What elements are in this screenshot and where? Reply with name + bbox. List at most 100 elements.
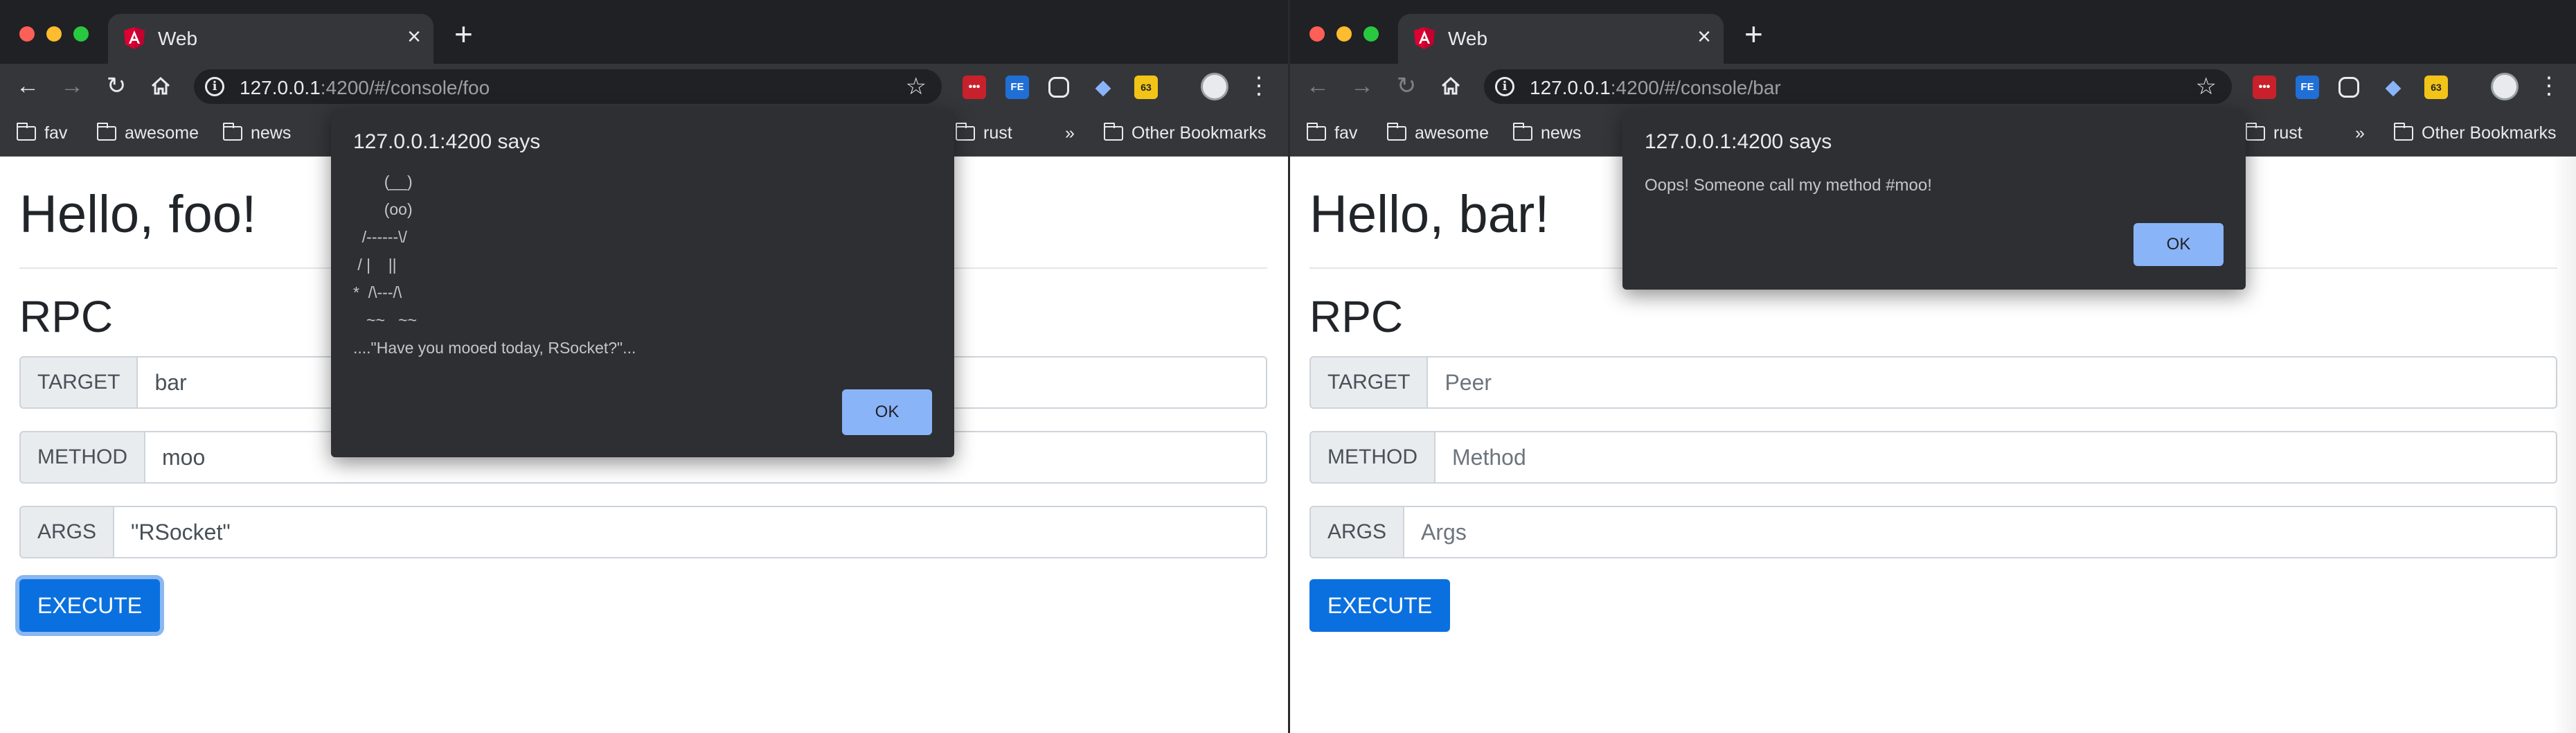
bookmark-news[interactable]: news	[223, 121, 291, 145]
section-title: RPC	[19, 292, 114, 342]
bookmark-rust[interactable]: rust	[2246, 121, 2302, 145]
tab-title: Web	[1448, 28, 1488, 49]
bookmark-other[interactable]: Other Bookmarks	[2394, 121, 2557, 145]
alert-dialog: 127.0.0.1:4200 says (__) (oo) /------\/ …	[331, 109, 954, 457]
bookmark-other[interactable]: Other Bookmarks	[1104, 121, 1267, 145]
tab-bar: Web × +	[1290, 0, 2576, 64]
url-text: 127.0.0.1:4200/#/console/bar	[1530, 77, 1781, 98]
folder-icon	[2394, 123, 2413, 141]
reload-icon[interactable]: ↻	[1393, 72, 1420, 100]
gem-extension-icon[interactable]: ◆	[1091, 76, 1115, 99]
tab-web[interactable]: Web ×	[108, 14, 433, 64]
tab-bar: Web × +	[0, 0, 1288, 64]
address-bar[interactable]: i 127.0.0.1:4200/#/console/bar ☆	[1484, 69, 2232, 104]
dialog-message: (__) (oo) /------\/ / | || * /\---/\ ~~ …	[353, 173, 636, 357]
back-icon[interactable]: ←	[1304, 72, 1332, 100]
bookmarks-overflow[interactable]: »	[2355, 121, 2365, 145]
dialog-ok-button[interactable]: OK	[2134, 223, 2224, 266]
window-controls	[1309, 26, 1379, 42]
back-icon[interactable]: ←	[14, 72, 42, 100]
menu-icon[interactable]: ⋮	[1245, 72, 1273, 100]
folder-icon	[97, 123, 116, 141]
bookmark-news[interactable]: news	[1513, 121, 1581, 145]
folder-icon	[17, 123, 36, 141]
close-tab-icon[interactable]: ×	[407, 24, 421, 51]
section-title: RPC	[1309, 292, 1404, 342]
home-icon[interactable]	[147, 72, 175, 100]
args-group: ARGS Args	[1309, 506, 2557, 558]
args-group: ARGS "RSocket"	[19, 506, 1267, 558]
dialog-ok-button[interactable]: OK	[842, 389, 932, 435]
bookmark-rust[interactable]: rust	[956, 121, 1012, 145]
browser-toolbar: ← → ↻ i 127.0.0.1:4200/#/console/bar ☆ •…	[1290, 64, 2576, 109]
folder-icon	[956, 123, 975, 141]
angular-logo-icon	[124, 27, 145, 49]
url-text: 127.0.0.1:4200/#/console/foo	[240, 77, 490, 98]
args-label: ARGS	[19, 506, 115, 558]
close-window-button[interactable]	[1309, 26, 1325, 42]
window-controls	[19, 26, 89, 42]
args-input[interactable]: "RSocket"	[114, 506, 1267, 558]
args-input[interactable]: Args	[1404, 506, 2557, 558]
method-label: METHOD	[1309, 431, 1435, 484]
args-label: ARGS	[1309, 506, 1405, 558]
bookmark-fav[interactable]: fav	[17, 121, 67, 145]
alert-dialog: 127.0.0.1:4200 says Oops! Someone call m…	[1622, 109, 2246, 290]
target-label: TARGET	[19, 356, 138, 409]
bookmark-fav[interactable]: fav	[1307, 121, 1357, 145]
folder-icon	[223, 123, 242, 141]
folder-icon	[1387, 123, 1406, 141]
extension-badge-icon[interactable]: 63	[1134, 76, 1158, 99]
browser-window-foo: Web × + ← → ↻ i 127.0.0.1:4200/#/console…	[0, 0, 1288, 733]
minimize-window-button[interactable]	[46, 26, 62, 42]
dialog-message: Oops! Someone call my method #moo!	[1645, 176, 1932, 195]
new-tab-icon[interactable]: +	[454, 15, 473, 53]
pocket-icon[interactable]	[2338, 77, 2359, 98]
target-label: TARGET	[1309, 356, 1429, 409]
method-label: METHOD	[19, 431, 145, 484]
extension-badge-icon[interactable]: 63	[2424, 76, 2448, 99]
zoom-window-button[interactable]	[73, 26, 89, 42]
new-tab-icon[interactable]: +	[1744, 15, 1763, 53]
folder-icon	[1104, 123, 1123, 141]
forward-icon[interactable]: →	[58, 72, 86, 100]
profile-avatar[interactable]	[1201, 73, 1228, 100]
window-edge-shadow	[2551, 157, 2576, 733]
extension-dots-icon[interactable]: •••	[2253, 76, 2276, 99]
bookmark-awesome[interactable]: awesome	[1387, 121, 1489, 145]
forward-icon[interactable]: →	[1348, 72, 1376, 100]
folder-icon	[2246, 123, 2265, 141]
method-input[interactable]: Method	[1435, 431, 2557, 484]
target-input[interactable]: Peer	[1428, 356, 2557, 409]
method-group: METHOD Method	[1309, 431, 2557, 484]
menu-icon[interactable]: ⋮	[2535, 72, 2563, 100]
execute-button[interactable]: EXECUTE	[1309, 579, 1451, 632]
page-title: Hello, bar!	[1309, 185, 1550, 244]
zoom-window-button[interactable]	[1363, 26, 1379, 42]
close-tab-icon[interactable]: ×	[1697, 24, 1711, 51]
extension-fe-icon[interactable]: FE	[1005, 76, 1029, 99]
gem-extension-icon[interactable]: ◆	[2381, 76, 2405, 99]
site-info-icon[interactable]: i	[1495, 77, 1514, 96]
target-group: TARGET Peer	[1309, 356, 2557, 409]
extension-dots-icon[interactable]: •••	[963, 76, 986, 99]
folder-icon	[1513, 123, 1532, 141]
site-info-icon[interactable]: i	[205, 77, 224, 96]
bookmark-star-icon[interactable]: ☆	[2196, 73, 2217, 100]
angular-logo-icon	[1414, 27, 1435, 49]
extension-fe-icon[interactable]: FE	[2296, 76, 2319, 99]
reload-icon[interactable]: ↻	[102, 72, 130, 100]
tab-title: Web	[158, 28, 198, 49]
profile-avatar[interactable]	[2491, 73, 2519, 100]
pocket-icon[interactable]	[1048, 77, 1069, 98]
minimize-window-button[interactable]	[1336, 26, 1352, 42]
tab-web[interactable]: Web ×	[1398, 14, 1724, 64]
browser-toolbar: ← → ↻ i 127.0.0.1:4200/#/console/foo ☆ •…	[0, 64, 1288, 109]
address-bar[interactable]: i 127.0.0.1:4200/#/console/foo ☆	[194, 69, 942, 104]
execute-button[interactable]: EXECUTE	[19, 579, 161, 632]
home-icon[interactable]	[1437, 72, 1465, 100]
bookmarks-overflow[interactable]: »	[1065, 121, 1075, 145]
bookmark-star-icon[interactable]: ☆	[906, 73, 927, 100]
close-window-button[interactable]	[19, 26, 35, 42]
bookmark-awesome[interactable]: awesome	[97, 121, 199, 145]
